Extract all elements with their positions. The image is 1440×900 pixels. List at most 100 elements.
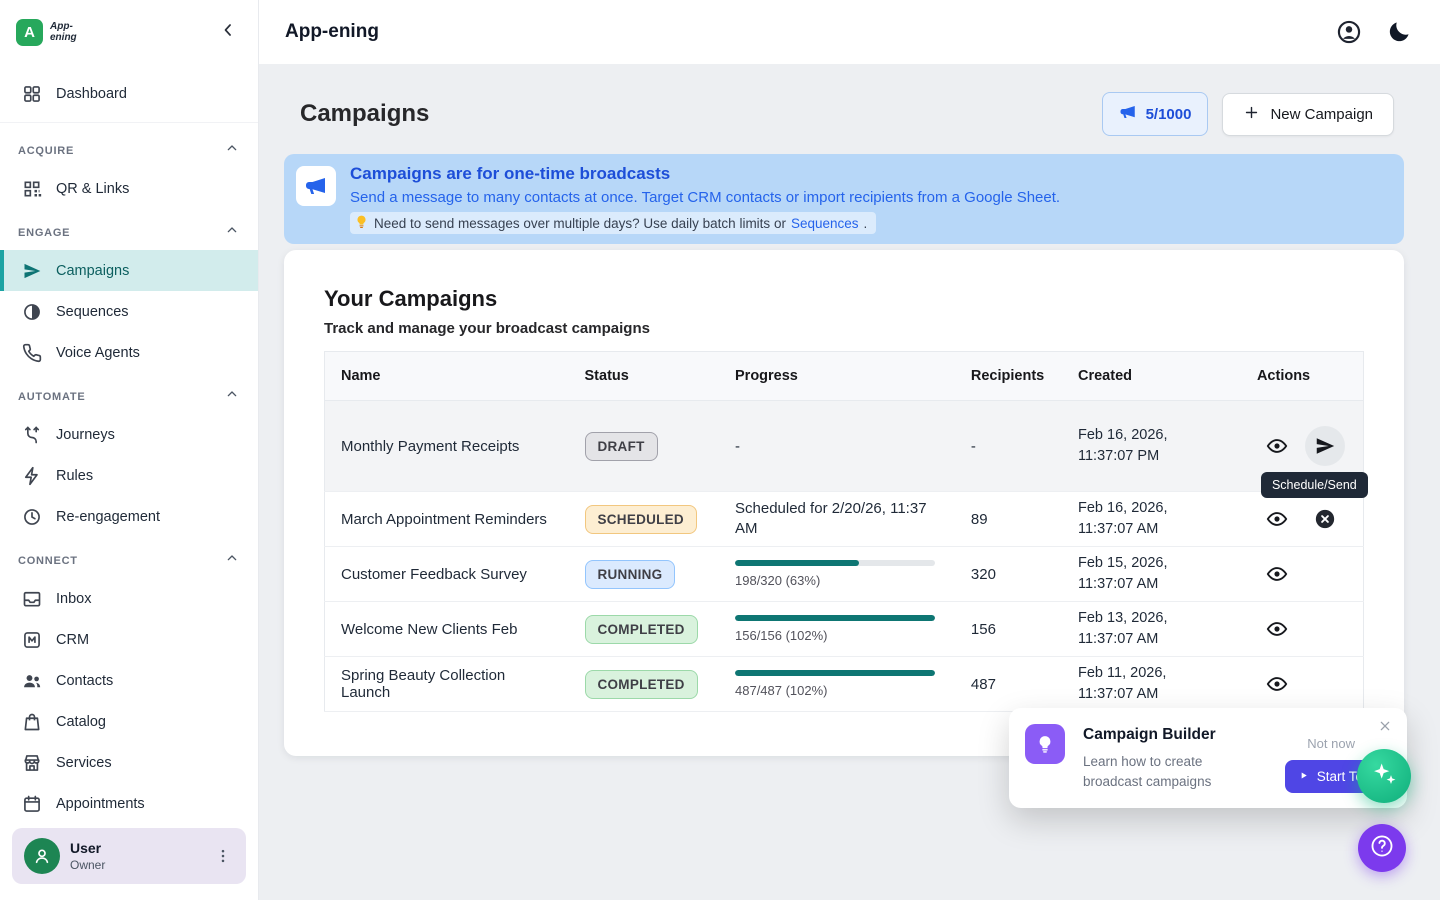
campaign-name: Spring Beauty Collection Launch [325, 657, 569, 712]
sidebar-item-label: CRM [56, 632, 89, 648]
user-card[interactable]: User Owner [12, 828, 246, 884]
sidebar-item-crm[interactable]: CRM [0, 619, 258, 660]
megaphone-icon [296, 166, 336, 206]
dark-mode-moon-icon[interactable] [1386, 19, 1412, 45]
sidebar-section-automate[interactable]: AUTOMATE [0, 373, 258, 414]
created-cell: Feb 16, 2026,11:37:07 AM [1062, 492, 1241, 547]
not-now-button[interactable]: Not now [1307, 736, 1355, 751]
recipients-cell: 487 [955, 657, 1062, 712]
half-circle-icon [22, 302, 42, 322]
popup-title: Campaign Builder [1083, 726, 1243, 744]
sidebar-item-rules[interactable]: Rules [0, 455, 258, 496]
sidebar-header: A App-ening [0, 0, 258, 64]
table-row[interactable]: March Appointment Reminders SCHEDULED Sc… [325, 492, 1364, 547]
branch-icon [22, 425, 42, 445]
sidebar-item-appointments[interactable]: Appointments [0, 783, 258, 818]
view-campaign-button[interactable] [1257, 499, 1297, 539]
campaign-name: March Appointment Reminders [325, 492, 569, 547]
sidebar-item-journeys[interactable]: Journeys [0, 414, 258, 455]
campaign-name: Welcome New Clients Feb [325, 602, 569, 657]
created-time: 11:37:07 AM [1078, 629, 1225, 650]
storefront-icon [22, 753, 42, 773]
sidebar-item-label: Rules [56, 468, 93, 484]
new-campaign-label: New Campaign [1270, 106, 1373, 123]
section-label: CONNECT [18, 555, 78, 567]
progress-cell: 156/156 (102%) [719, 602, 955, 657]
status-badge: RUNNING [585, 560, 676, 589]
sidebar-section-engage[interactable]: ENGAGE [0, 209, 258, 250]
sidebar-item-label: Voice Agents [56, 345, 140, 361]
campaign-name: Monthly Payment Receipts [325, 401, 569, 492]
sidebar-item-services[interactable]: Services [0, 742, 258, 783]
sidebar-item-label: Appointments [56, 796, 145, 812]
recipients-cell: - [955, 401, 1062, 492]
sidebar-section-acquire[interactable]: ACQUIRE [0, 127, 258, 168]
sidebar-item-label: Dashboard [56, 86, 127, 102]
created-cell: Feb 11, 2026,11:37:07 AM [1062, 657, 1241, 712]
view-campaign-button[interactable] [1257, 609, 1297, 649]
chevron-up-icon [224, 222, 240, 243]
schedule-send-button[interactable] [1305, 426, 1345, 466]
megaphone-icon [1119, 103, 1137, 125]
section-label: ENGAGE [18, 227, 70, 239]
send-icon [22, 261, 42, 281]
lightning-icon [22, 466, 42, 486]
table-row[interactable]: Welcome New Clients Feb COMPLETED 156/15… [325, 602, 1364, 657]
created-time: 11:37:07 PM [1078, 446, 1225, 467]
created-cell: Feb 16, 2026,11:37:07 PM [1062, 401, 1241, 492]
inbox-icon [22, 589, 42, 609]
logo-icon: A [16, 19, 43, 46]
avatar [24, 838, 60, 874]
table-row[interactable]: Customer Feedback Survey RUNNING 198/320… [325, 547, 1364, 602]
created-date: Feb 16, 2026, [1078, 425, 1225, 446]
card-subtitle: Track and manage your broadcast campaign… [324, 320, 1364, 337]
view-campaign-button[interactable] [1257, 426, 1297, 466]
column-header-status: Status [569, 352, 719, 401]
people-icon [22, 671, 42, 691]
table-row[interactable]: Monthly Payment Receipts DRAFT - - Feb 1… [325, 401, 1364, 492]
sequences-link[interactable]: Sequences [791, 216, 859, 231]
sidebar-item-label: Catalog [56, 714, 106, 730]
sidebar-item-voice-agents[interactable]: Voice Agents [0, 332, 258, 373]
sidebar-item-inbox[interactable]: Inbox [0, 578, 258, 619]
view-campaign-button[interactable] [1257, 554, 1297, 594]
sidebar-item-label: Services [56, 755, 112, 771]
status-badge: COMPLETED [585, 615, 698, 644]
cancel-campaign-button[interactable] [1305, 499, 1345, 539]
status-badge: SCHEDULED [585, 505, 697, 534]
shopping-bag-icon [22, 712, 42, 732]
sidebar-item-re-engagement[interactable]: Re-engagement [0, 496, 258, 537]
created-time: 11:37:07 AM [1078, 684, 1225, 705]
user-menu-button[interactable] [212, 847, 234, 865]
page-title: Campaigns [300, 100, 429, 128]
sidebar-item-qr-links[interactable]: QR & Links [0, 168, 258, 209]
account-icon[interactable] [1336, 19, 1362, 45]
sidebar-item-catalog[interactable]: Catalog [0, 701, 258, 742]
campaigns-table: Name Status Progress Recipients Created … [324, 351, 1364, 712]
scheduled-for-text: Scheduled for 2/20/26, 11:37 AM [735, 499, 939, 540]
sidebar-section-connect[interactable]: CONNECT [0, 537, 258, 578]
info-banner: Campaigns are for one-time broadcasts Se… [284, 154, 1404, 244]
column-header-name: Name [325, 352, 569, 401]
table-row[interactable]: Spring Beauty Collection Launch COMPLETE… [325, 657, 1364, 712]
sidebar-item-label: Contacts [56, 673, 113, 689]
topbar: App-ening [259, 0, 1440, 64]
recipients-cell: 156 [955, 602, 1062, 657]
sidebar-item-sequences[interactable]: Sequences [0, 291, 258, 332]
app-logo: A App-ening [16, 19, 90, 46]
campaign-quota-badge[interactable]: 5/1000 [1102, 92, 1209, 136]
sidebar-collapse-button[interactable] [214, 18, 242, 46]
sidebar-item-contacts[interactable]: Contacts [0, 660, 258, 701]
new-campaign-button[interactable]: New Campaign [1222, 93, 1394, 136]
help-fab[interactable] [1358, 824, 1406, 872]
progress-cell: 487/487 (102%) [719, 657, 955, 712]
view-campaign-button[interactable] [1257, 664, 1297, 704]
sidebar-item-label: Inbox [56, 591, 91, 607]
sidebar-item-dashboard[interactable]: Dashboard [0, 73, 258, 114]
sidebar-item-campaigns[interactable]: Campaigns [0, 250, 258, 291]
calendar-icon [22, 794, 42, 814]
ai-assistant-fab[interactable] [1357, 749, 1411, 803]
close-icon[interactable] [1377, 718, 1395, 736]
progress-bar [735, 560, 935, 566]
created-cell: Feb 15, 2026,11:37:07 AM [1062, 547, 1241, 602]
